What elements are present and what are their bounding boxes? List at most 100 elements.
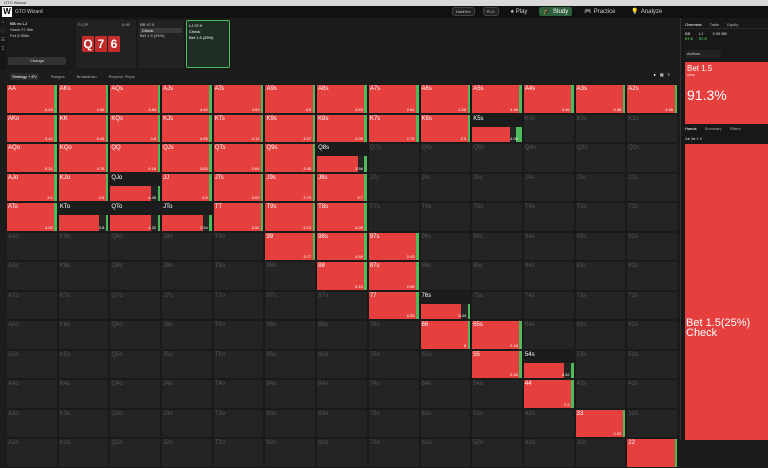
hand-cell-j9o[interactable]: J9o (161, 231, 213, 261)
hand-cell-42o[interactable]: 42o (522, 438, 575, 468)
hand-cell-75o[interactable]: 75o (367, 349, 420, 379)
hand-cell-t4s[interactable]: T4s (522, 202, 575, 232)
hand-cell-86s[interactable]: 86s (419, 261, 472, 291)
ranges-tab[interactable]: Ranges (51, 74, 65, 79)
hand-cell-q4s[interactable]: Q4s (522, 143, 575, 173)
hand-cell-q7o[interactable]: Q7o (109, 290, 162, 320)
hand-cell-k4o[interactable]: K4o (57, 379, 110, 409)
hand-cell-a9s[interactable]: A9s 4.5 (264, 84, 317, 114)
strategy-ev-dropdown[interactable]: Strategy + EV (10, 72, 39, 80)
app-logo[interactable]: W (2, 7, 12, 17)
hand-cell-52s[interactable]: 52s (626, 349, 678, 379)
hand-cell-72o[interactable]: 72o (367, 438, 420, 468)
hand-cell-t8s[interactable]: T8s 4.09 (316, 202, 368, 232)
hand-cell-32s[interactable]: 32s (626, 408, 678, 438)
mode-pill[interactable]: Hold'em (452, 7, 475, 16)
hand-cell-t3s[interactable]: T3s (574, 202, 627, 232)
hand-cell-99[interactable]: 99 3.77 (264, 231, 317, 261)
hand-cell-aa[interactable]: AA 6.23 (6, 84, 58, 114)
hand-cell-62o[interactable]: 62o (419, 438, 472, 468)
hand-cell-44[interactable]: 44 2.9 (522, 379, 575, 409)
hand-cell-qto[interactable]: QTo 4.32 (109, 202, 162, 232)
hand-cell-j7o[interactable]: J7o (161, 290, 213, 320)
game-pill[interactable]: PLO (482, 7, 499, 16)
hand-cell-83s[interactable]: 83s (574, 261, 627, 291)
hand-cell-95s[interactable]: 95s (471, 231, 523, 261)
hand-cell-q9o[interactable]: Q9o (109, 231, 162, 261)
hand-cell-73o[interactable]: 73o (367, 408, 420, 438)
hand-cell-kqo[interactable]: KQo 4.76 (57, 143, 110, 173)
actions-dropdown[interactable]: Actions (685, 50, 721, 58)
hand-cell-a2o[interactable]: A2o (6, 438, 58, 468)
hand-cell-q5s[interactable]: Q5s (471, 143, 523, 173)
hand-cell-j9s[interactable]: J9s 3.73 (264, 172, 317, 202)
hand-cell-94o[interactable]: 94o (264, 379, 317, 409)
hand-cell-76o[interactable]: 76o (367, 320, 420, 350)
hand-cell-84o[interactable]: 84o (316, 379, 368, 409)
hand-cell-qjs[interactable]: QJs 3.63 (161, 143, 213, 173)
hand-cell-53o[interactable]: 53o (471, 408, 523, 438)
hand-cell-75s[interactable]: 75s (471, 290, 523, 320)
hand-cell-54o[interactable]: 54o (471, 379, 523, 409)
hand-cell-82s[interactable]: 82s (626, 261, 678, 291)
hand-cell-a6o[interactable]: A6o (6, 320, 58, 350)
hand-cell-q5o[interactable]: Q5o (109, 349, 162, 379)
hand-cell-87s[interactable]: 87s 2.65 (367, 261, 420, 291)
hand-cell-j5o[interactable]: J5o (161, 349, 213, 379)
hand-cell-76s[interactable]: 76s 5.43 (419, 290, 472, 320)
nav-study[interactable]: 🎓 Study (539, 7, 573, 16)
hand-cell-k3s[interactable]: K3s (574, 113, 627, 143)
hand-cell-97o[interactable]: 97o (264, 290, 317, 320)
hand-cell-87o[interactable]: 87o (316, 290, 368, 320)
hand-cell-k2o[interactable]: K2o (57, 438, 110, 468)
hand-cell-t4o[interactable]: T4o (212, 379, 265, 409)
hand-cell-j8o[interactable]: J8o (161, 261, 213, 291)
hand-cell-a7o[interactable]: A7o (6, 290, 58, 320)
hand-cell-jj[interactable]: JJ 4.5 (161, 172, 213, 202)
hand-cell-53s[interactable]: 53s (574, 349, 627, 379)
list-icon[interactable]: ≡ (668, 72, 670, 77)
hand-cell-94s[interactable]: 94s (522, 231, 575, 261)
hand-cell-98o[interactable]: 98o (264, 261, 317, 291)
hand-cell-aqo[interactable]: AQo 5.31 (6, 143, 58, 173)
hand-cell-96o[interactable]: 96o (264, 320, 317, 350)
hand-cell-k7s[interactable]: K7s 2.75 (367, 113, 420, 143)
hand-cell-q2s[interactable]: Q2s (626, 143, 678, 173)
nav-practice[interactable]: 🎮 Practice (580, 7, 619, 16)
hand-cell-t5s[interactable]: T5s (471, 202, 523, 232)
change-button[interactable]: Change (8, 57, 66, 65)
nav-play[interactable]: ♠ Play (507, 8, 532, 16)
hand-cell-j3s[interactable]: J3s (574, 172, 627, 202)
hand-cell-a3o[interactable]: A3o (6, 408, 58, 438)
hand-cell-a4o[interactable]: A4o (6, 379, 58, 409)
hand-cell-a3s[interactable]: A3s 4.38 (574, 84, 627, 114)
eye-icon[interactable]: ● (653, 72, 655, 77)
hand-cell-66[interactable]: 66 8 (419, 320, 472, 350)
hand-cell-j5s[interactable]: J5s (471, 172, 523, 202)
hand-cell-97s[interactable]: 97s 2.43 (367, 231, 420, 261)
hand-cell-84s[interactable]: 84s (522, 261, 575, 291)
nav-analyze[interactable]: 💡 Analyze (627, 7, 666, 16)
hand-cell-k9o[interactable]: K9o (57, 231, 110, 261)
hand-cell-95o[interactable]: 95o (264, 349, 317, 379)
hand-cell-t9o[interactable]: T9o (212, 231, 265, 261)
hand-cell-63o[interactable]: 63o (419, 408, 472, 438)
bb-bet-option[interactable]: Bet 1.5 (25%) (140, 33, 182, 38)
hand-cell-t7o[interactable]: T7o (212, 290, 265, 320)
hand-cell-t3o[interactable]: T3o (212, 408, 265, 438)
hand-cell-ats[interactable]: ATs 4.53 (212, 84, 265, 114)
hand-cell-85s[interactable]: 85s (471, 261, 523, 291)
hand-cell-a8o[interactable]: A8o (6, 261, 58, 291)
hand-cell-t6o[interactable]: T6o (212, 320, 265, 350)
hand-cell-74o[interactable]: 74o (367, 379, 420, 409)
hand-cell-qq[interactable]: QQ 9.18 (109, 143, 162, 173)
hand-cell-j4s[interactable]: J4s (522, 172, 575, 202)
hand-cell-86o[interactable]: 86o (316, 320, 368, 350)
hand-cell-jto[interactable]: JTo 2.54 (161, 202, 213, 232)
hand-cell-a4s[interactable]: A4s 4.46 (522, 84, 575, 114)
hand-cell-93s[interactable]: 93s (574, 231, 627, 261)
tab-summary[interactable]: Summary (705, 126, 722, 134)
hand-cell-65o[interactable]: 65o (419, 349, 472, 379)
hand-cell-k2s[interactable]: K2s (626, 113, 678, 143)
hand-cell-73s[interactable]: 73s (574, 290, 627, 320)
